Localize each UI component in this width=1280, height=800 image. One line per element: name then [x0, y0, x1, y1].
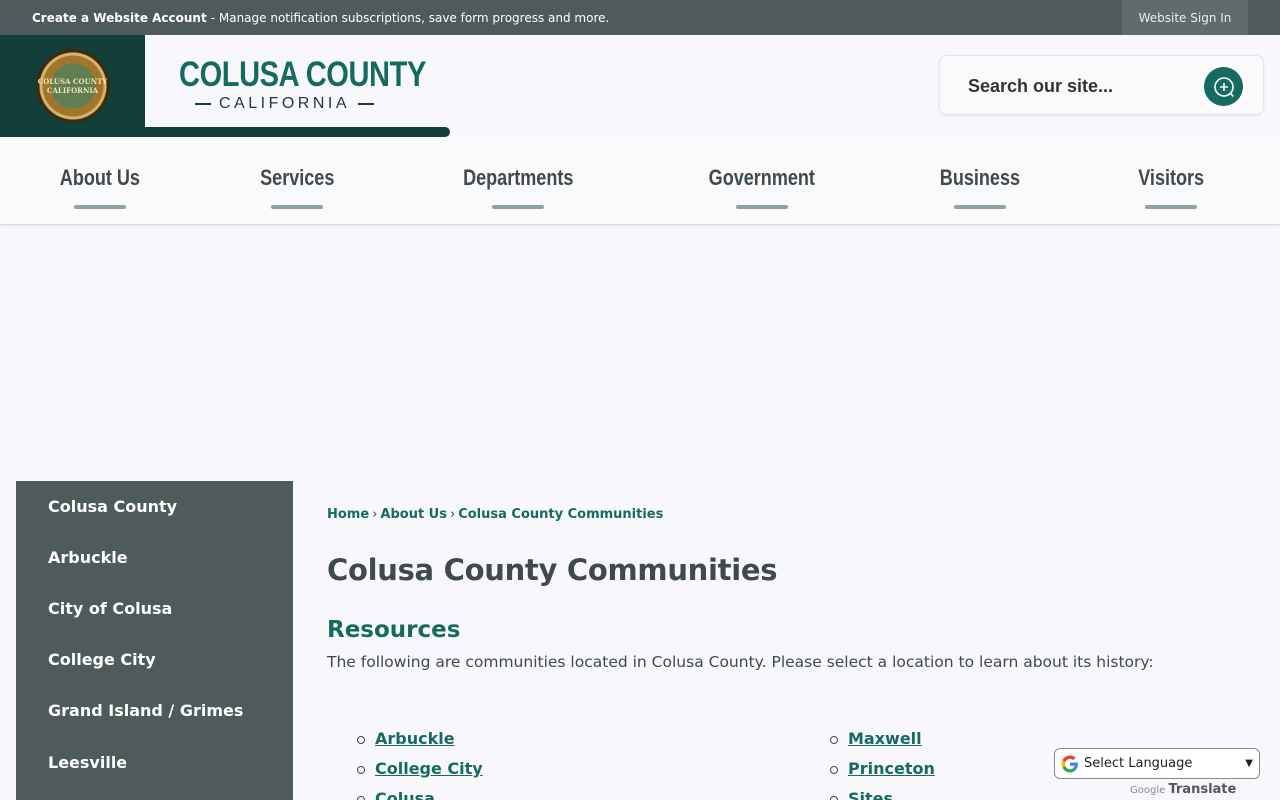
nav-about-us[interactable]: About Us	[44, 165, 156, 215]
breadcrumb-separator: ›	[449, 507, 456, 522]
intro-text: The following are communities located in…	[327, 653, 1154, 671]
nav-label: Departments	[462, 165, 574, 190]
breadcrumb: Home › About Us › Colusa County Communities	[327, 507, 663, 522]
language-select[interactable]: Select Language ▼	[1054, 748, 1260, 779]
main-navigation: About Us Services Departments Government…	[0, 137, 1280, 225]
section-title: Resources	[327, 617, 461, 643]
nav-label: About Us	[59, 165, 141, 190]
chevron-down-icon: ▼	[1245, 758, 1253, 769]
breadcrumb-current[interactable]: Colusa County Communities	[458, 507, 663, 522]
title-underbar	[145, 127, 450, 137]
nav-underline	[736, 205, 788, 209]
subtitle-dash-right	[358, 103, 375, 105]
community-link-maxwell[interactable]: Maxwell	[848, 729, 922, 748]
site-subtitle: CALIFORNIA	[195, 95, 385, 113]
powered-by-google-translate: Google Translate	[1130, 782, 1236, 797]
sidebar-item-college-city[interactable]: College City	[48, 650, 156, 680]
subtitle-dash-left	[195, 103, 211, 105]
nav-underline	[954, 205, 1006, 209]
list-item: Maxwell	[830, 729, 935, 759]
breadcrumb-about-us[interactable]: About Us	[380, 507, 447, 522]
language-select-label: Select Language	[1084, 756, 1193, 771]
nav-label: Visitors	[1138, 165, 1204, 190]
create-account-link[interactable]: Create a Website Account	[32, 11, 207, 25]
page-title: Colusa County Communities	[327, 553, 778, 587]
community-link-colusa[interactable]: Colusa	[375, 789, 435, 800]
breadcrumb-home[interactable]: Home	[327, 507, 369, 522]
top-utility-bar: Create a Website Account - Manage notifi…	[0, 0, 1280, 35]
nav-departments[interactable]: Departments	[448, 165, 588, 215]
county-seal-icon: COLUSA COUNTY CALIFORNIA	[35, 49, 110, 123]
nav-underline	[1145, 205, 1197, 209]
nav-services[interactable]: Services	[242, 165, 352, 215]
sidebar-item-arbuckle[interactable]: Arbuckle	[48, 548, 128, 578]
community-link-college-city[interactable]: College City	[375, 759, 483, 778]
search-go-icon	[1213, 76, 1234, 97]
list-item: Princeton	[830, 759, 935, 789]
website-sign-in-button[interactable]: Website Sign In	[1122, 0, 1248, 35]
search-button[interactable]	[1204, 67, 1243, 106]
sidebar-item-grand-island-grimes[interactable]: Grand Island / Grimes	[48, 701, 243, 731]
seal-text: COLUSA COUNTY CALIFORNIA	[37, 77, 108, 95]
home-logo-link[interactable]: COLUSA COUNTY CALIFORNIA	[0, 35, 145, 137]
site-title: COLUSA COUNTY	[179, 55, 426, 94]
list-item: Sites	[830, 789, 935, 800]
nav-underline	[271, 205, 323, 209]
search-input[interactable]	[968, 72, 1198, 100]
nav-underline	[74, 205, 126, 209]
breadcrumb-separator: ›	[372, 507, 378, 522]
community-link-sites[interactable]: Sites	[848, 789, 893, 800]
sidebar-navigation: Colusa County Arbuckle City of Colusa Co…	[16, 481, 293, 800]
nav-government[interactable]: Government	[692, 165, 832, 215]
community-link-princeton[interactable]: Princeton	[848, 759, 935, 778]
nav-visitors[interactable]: Visitors	[1120, 165, 1222, 215]
google-g-icon	[1061, 755, 1078, 772]
sidebar-item-colusa-county[interactable]: Colusa County	[48, 497, 177, 527]
communities-list-left: Arbuckle College City Colusa	[357, 729, 483, 800]
google-text: Google	[1130, 785, 1166, 796]
nav-business[interactable]: Business	[925, 165, 1035, 215]
site-search	[939, 55, 1264, 115]
list-item: College City	[357, 759, 483, 789]
list-item: Colusa	[357, 789, 483, 800]
account-description: - Manage notification subscriptions, sav…	[210, 10, 610, 25]
sidebar-item-city-of-colusa[interactable]: City of Colusa	[48, 599, 172, 629]
communities-list-right: Maxwell Princeton Sites	[830, 729, 935, 800]
site-subtitle-text: CALIFORNIA	[219, 95, 351, 112]
nav-label: Government	[708, 165, 816, 190]
site-title-area[interactable]: COLUSA COUNTY CALIFORNIA	[145, 35, 450, 127]
sidebar-item-leesville[interactable]: Leesville	[48, 753, 127, 783]
nav-underline	[492, 205, 544, 209]
translate-link[interactable]: Translate	[1168, 782, 1236, 797]
nav-label: Business	[939, 165, 1021, 190]
list-item: Arbuckle	[357, 729, 483, 759]
nav-label: Services	[259, 165, 335, 190]
community-link-arbuckle[interactable]: Arbuckle	[375, 729, 455, 748]
